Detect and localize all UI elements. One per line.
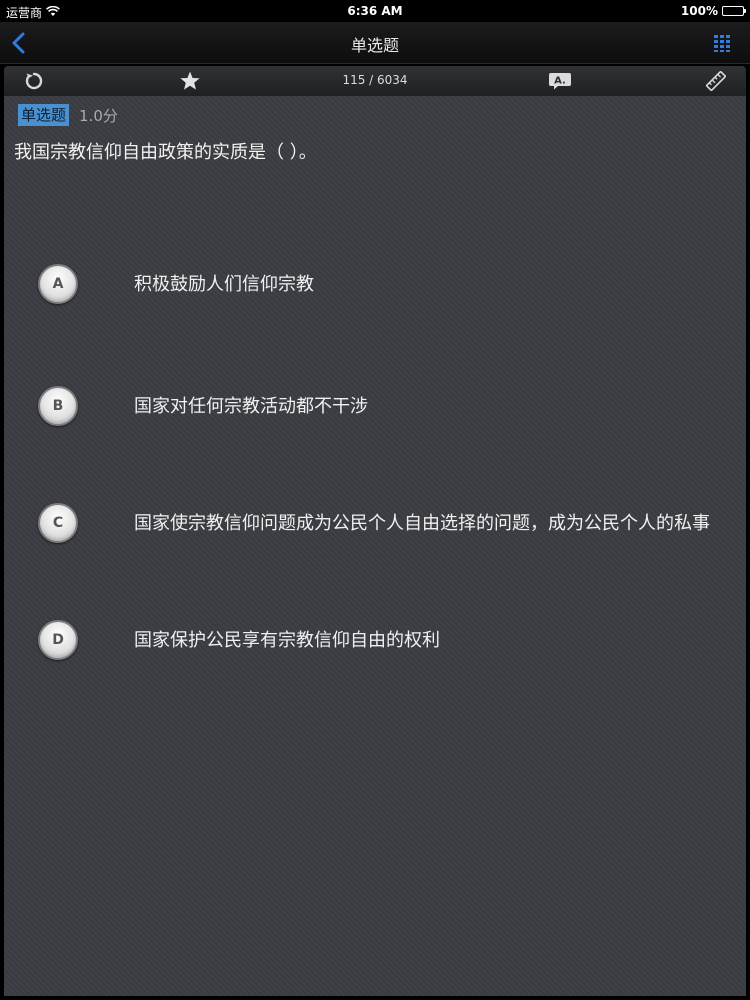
- option-a-circle[interactable]: A: [38, 264, 78, 304]
- ruler-icon: [706, 71, 726, 91]
- question-type-badge: 单选题: [18, 104, 70, 126]
- answer-icon: A.: [549, 73, 571, 90]
- question-progress: 115 / 6034: [342, 73, 408, 87]
- question-grid-button[interactable]: [712, 32, 734, 54]
- grid-icon: [714, 35, 730, 52]
- battery-icon: [722, 6, 746, 16]
- option-d-circle[interactable]: D: [38, 620, 78, 660]
- ruler-button[interactable]: [704, 69, 728, 93]
- question-meta: 单选题 1.0分: [18, 104, 118, 126]
- option-b-circle[interactable]: B: [38, 386, 78, 426]
- status-bar: 运营商 6:36 AM 100%: [0, 0, 750, 22]
- option-d-text: 国家保护公民享有宗教信仰自由的权利: [134, 630, 440, 651]
- show-answer-button[interactable]: A.: [548, 69, 572, 93]
- question-score: 1.0分: [79, 106, 118, 125]
- option-c-text: 国家使宗教信仰问题成为公民个人自由选择的问题，成为公民个人的私事: [134, 513, 710, 534]
- question-panel: 单选题 1.0分 我国宗教信仰自由政策的实质是（ ）。 A 积极鼓励人们信仰宗教…: [4, 96, 746, 996]
- battery-percent: 100%: [680, 4, 718, 18]
- page-title: 单选题: [350, 36, 399, 55]
- option-a-text: 积极鼓励人们信仰宗教: [134, 274, 314, 295]
- option-b-text: 国家对任何宗教活动都不干涉: [134, 396, 368, 417]
- option-c-circle[interactable]: C: [38, 503, 78, 543]
- question-text: 我国宗教信仰自由政策的实质是（ ）。: [14, 142, 317, 163]
- question-toolbar: 115 / 6034 A.: [4, 66, 746, 96]
- clock: 6:36 AM: [347, 4, 403, 18]
- navigation-bar: 单选题: [0, 22, 750, 64]
- battery-status: 100%: [680, 4, 746, 18]
- svg-text:A.: A.: [554, 76, 566, 87]
